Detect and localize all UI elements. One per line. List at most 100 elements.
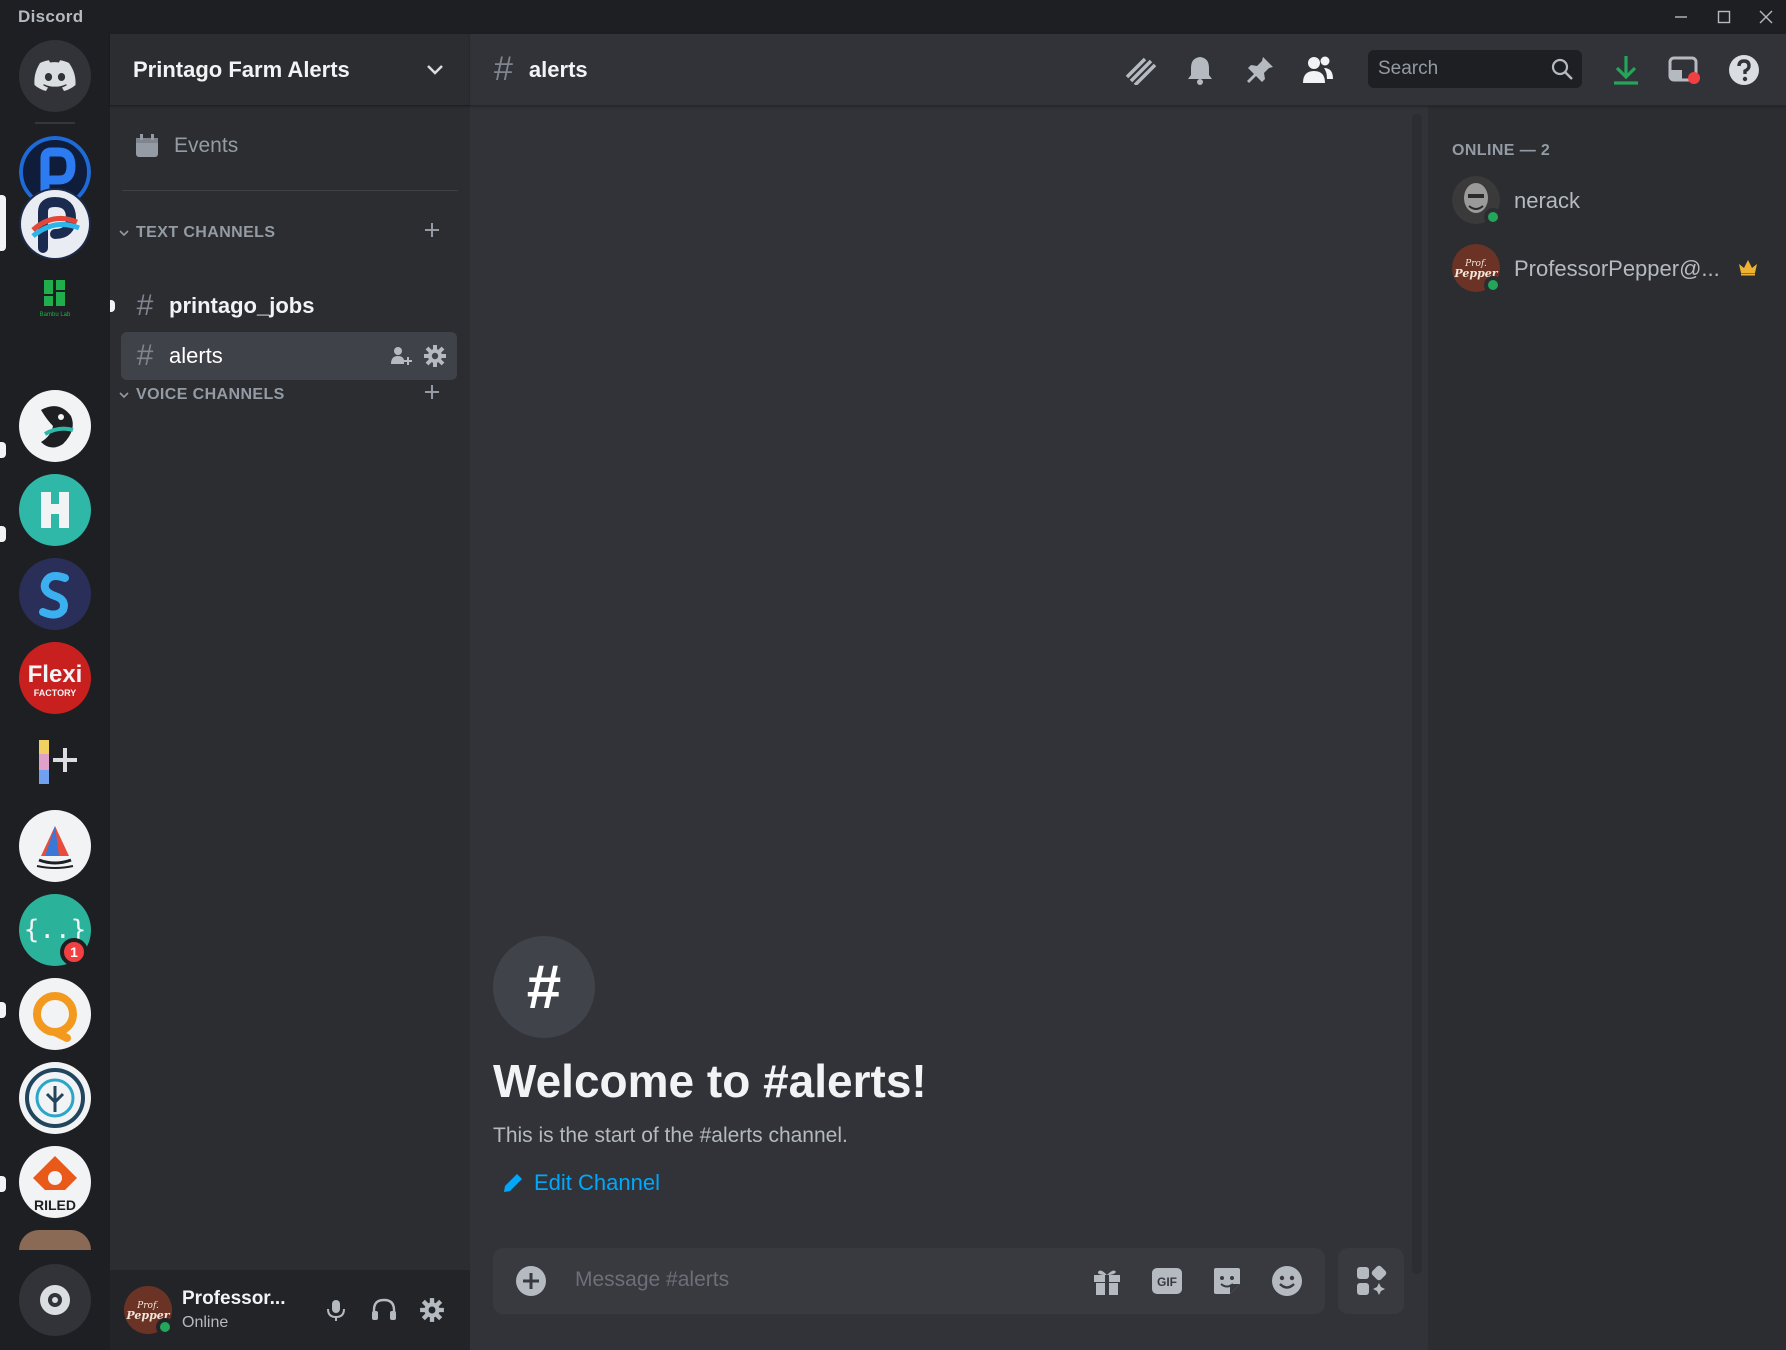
- online-status-dot: [1484, 276, 1502, 294]
- welcome-title: Welcome to #alerts!: [493, 1055, 927, 1107]
- discover-button[interactable]: [19, 1264, 91, 1336]
- close-button[interactable]: [1745, 0, 1786, 34]
- create-voice-channel-button[interactable]: [422, 382, 442, 407]
- unread-pill: [0, 442, 6, 458]
- notifications-button[interactable]: [1182, 52, 1218, 88]
- inbox-button[interactable]: [1666, 52, 1702, 88]
- bambu-text: Bambu Lab: [40, 312, 71, 318]
- maximize-button[interactable]: [1703, 0, 1745, 34]
- channel-label: alerts: [169, 343, 223, 368]
- server-riled[interactable]: RILED: [19, 1146, 91, 1218]
- mute-button[interactable]: [318, 1292, 354, 1328]
- member-list-button[interactable]: [1300, 52, 1336, 88]
- voice-channels-category[interactable]: VOICE CHANNELS: [118, 386, 285, 404]
- server-color-plus[interactable]: [19, 726, 91, 798]
- member-professorpepper[interactable]: Prof. Pepper ProfessorPepper@...: [1452, 244, 1772, 300]
- server-rail: Bambu Lab Flexi FACTORY {..} 1 RILED: [0, 34, 110, 1350]
- channel-tools: [389, 344, 447, 368]
- invite-icon[interactable]: [389, 344, 413, 368]
- server-flexi-factory[interactable]: Flexi FACTORY: [19, 642, 91, 714]
- app-brand: Discord: [18, 7, 84, 26]
- gif-label: GIF: [1157, 1275, 1177, 1289]
- text-channels-category[interactable]: TEXT CHANNELS: [118, 224, 275, 242]
- pinned-messages-button[interactable]: [1242, 52, 1278, 88]
- create-text-channel-button[interactable]: [422, 220, 442, 245]
- server-printago-farm-alerts[interactable]: [19, 188, 91, 260]
- channel-label: printago_jobs: [169, 293, 315, 318]
- channel-title: alerts: [528, 56, 588, 82]
- edit-channel-label: Edit Channel: [534, 1170, 660, 1195]
- online-header: ONLINE — 2: [1452, 142, 1551, 159]
- gif-button[interactable]: GIF: [1149, 1263, 1185, 1299]
- hash-icon: #: [136, 339, 154, 372]
- text-category-label: TEXT CHANNELS: [136, 224, 276, 241]
- username: Professor...: [182, 1288, 286, 1309]
- members-icon: [1303, 56, 1333, 83]
- server-bird[interactable]: [19, 390, 91, 462]
- search-placeholder: Search: [1378, 58, 1439, 79]
- upload-button[interactable]: [515, 1265, 547, 1302]
- server-tree[interactable]: [19, 1062, 91, 1134]
- selected-pill: [0, 195, 6, 251]
- server-bambu-lab[interactable]: Bambu Lab: [19, 262, 91, 334]
- rail-separator: [35, 122, 75, 124]
- download-icon: [1614, 56, 1638, 85]
- server-h[interactable]: [19, 474, 91, 546]
- unread-pill-3: [0, 1002, 6, 1018]
- threads-button[interactable]: [1122, 52, 1158, 88]
- hash-icon: #: [494, 50, 513, 88]
- gift-button[interactable]: [1089, 1263, 1125, 1299]
- message-composer: Message #alerts GIF: [493, 1248, 1325, 1314]
- sailboat-icon: [36, 826, 74, 869]
- crown-icon: [1739, 260, 1757, 276]
- riled-logo-icon: RILED: [33, 1156, 77, 1213]
- online-status-dot: [156, 1318, 174, 1336]
- minimize-icon: [1675, 16, 1687, 18]
- sticker-button[interactable]: [1209, 1263, 1245, 1299]
- member-nerack[interactable]: nerack: [1452, 176, 1772, 232]
- scrollbar[interactable]: [1412, 114, 1422, 1274]
- server-sailboat[interactable]: [19, 810, 91, 882]
- search-input[interactable]: Search: [1368, 50, 1582, 88]
- events-item[interactable]: Events: [134, 133, 238, 159]
- minimize-button[interactable]: [1660, 0, 1702, 34]
- discord-logo-icon: [34, 60, 76, 91]
- emoji-icon: [1272, 1266, 1302, 1296]
- deafen-button[interactable]: [366, 1292, 402, 1328]
- edit-channel-link[interactable]: Edit Channel: [502, 1170, 660, 1196]
- chevron-down-icon: [427, 65, 443, 75]
- riled-text: RILED: [34, 1197, 76, 1213]
- channel-header: # alerts Search: [470, 34, 1786, 106]
- channel-printago-jobs[interactable]: # printago_jobs: [121, 282, 457, 330]
- compass-icon: [40, 1285, 70, 1315]
- chevron-down-small-icon: [119, 392, 129, 399]
- gear-icon[interactable]: [423, 344, 447, 368]
- chat-area: # alerts Search # Welcome to #alerts! Th…: [470, 34, 1786, 1350]
- calendar-icon: [136, 134, 158, 157]
- home-button[interactable]: [19, 40, 91, 112]
- server-orange-ring[interactable]: [19, 978, 91, 1050]
- server-s[interactable]: [19, 558, 91, 630]
- server-partial[interactable]: [19, 1230, 91, 1250]
- gif-icon: GIF: [1152, 1268, 1182, 1294]
- help-button[interactable]: [1726, 52, 1762, 88]
- emoji-button[interactable]: [1269, 1263, 1305, 1299]
- maximize-icon: [1717, 10, 1731, 24]
- apps-button[interactable]: [1338, 1248, 1404, 1314]
- user-settings-button[interactable]: [414, 1292, 450, 1328]
- sidebar-separator: [122, 190, 458, 191]
- download-button[interactable]: [1608, 52, 1644, 88]
- welcome-subtitle: This is the start of the #alerts channel…: [493, 1124, 848, 1147]
- plus-icon: [425, 385, 439, 399]
- guild-header[interactable]: Printago Farm Alerts: [110, 34, 470, 106]
- channel-alerts[interactable]: # alerts: [121, 332, 457, 380]
- flexi-logo-icon: Flexi FACTORY: [28, 661, 83, 698]
- message-input[interactable]: Message #alerts: [575, 1268, 729, 1292]
- orange-ring-icon: [33, 992, 77, 1042]
- microphone-icon: [327, 1300, 345, 1321]
- channel-unread-dot: [110, 300, 115, 312]
- plus-circle-icon: [516, 1266, 546, 1296]
- help-icon: [1729, 55, 1759, 85]
- flexi-sub-text: FACTORY: [34, 688, 77, 698]
- tree-emblem-icon: [25, 1068, 85, 1128]
